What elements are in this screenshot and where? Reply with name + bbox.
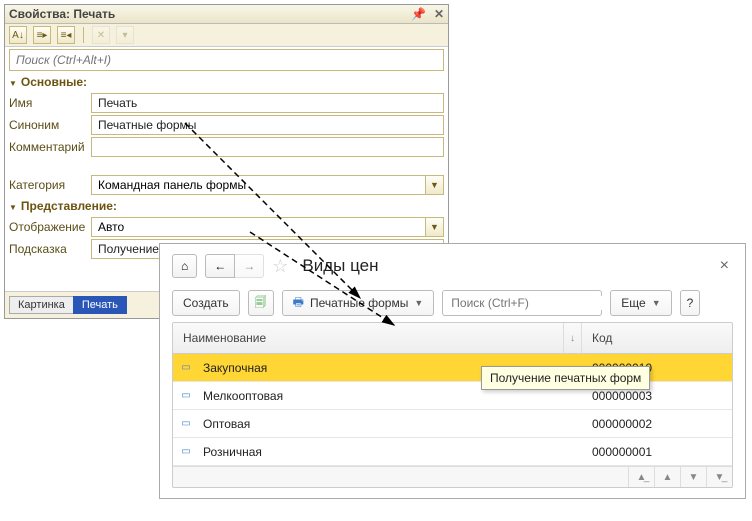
form-title: Виды цен xyxy=(296,256,378,276)
label-comment: Комментарий xyxy=(9,140,87,154)
properties-toolbar: A↓ ≡▸ ≡◂ ✕ ▾ xyxy=(5,24,448,47)
help-button[interactable]: ? xyxy=(680,290,701,316)
field-name[interactable] xyxy=(91,93,444,113)
back-button[interactable]: ← xyxy=(205,254,235,278)
scroll-up-icon[interactable]: ▲ xyxy=(654,467,680,487)
pin-icon[interactable]: 📌 xyxy=(411,7,426,21)
print-forms-label: Печатные формы xyxy=(310,296,408,310)
home-icon: ⌂ xyxy=(181,259,188,273)
row-code: 000000001 xyxy=(582,440,732,464)
price-types-table: Наименование ↓ Код ▭Закупочная000000010▭… xyxy=(172,322,733,488)
more-menu-label: Еще xyxy=(621,296,645,310)
arrow-left-icon: ← xyxy=(214,259,226,273)
chevron-down-icon[interactable]: ▼ xyxy=(425,176,443,194)
home-button[interactable]: ⌂ xyxy=(172,254,197,278)
star-icon[interactable]: ☆ xyxy=(272,256,288,277)
chevron-down-icon[interactable]: ▼ xyxy=(425,218,443,236)
printer-icon: 🖶 xyxy=(293,293,304,314)
field-category[interactable]: Командная панель формы ▼ xyxy=(91,175,444,195)
form-search-input[interactable] xyxy=(443,296,614,310)
collapse-button[interactable]: ≡◂ xyxy=(57,26,75,44)
scroll-bottom-icon[interactable]: ▼̲ xyxy=(706,467,732,487)
field-display-value: Авто xyxy=(92,218,425,236)
expand-button[interactable]: ≡▸ xyxy=(33,26,51,44)
row-name: Розничная xyxy=(199,440,582,464)
copy-icon: 🗐 xyxy=(255,293,267,314)
create-button-label: Создать xyxy=(183,296,229,310)
table-row[interactable]: ▭Оптовая000000002 xyxy=(173,410,732,438)
field-comment[interactable] xyxy=(91,137,444,157)
close-icon[interactable]: ✕ xyxy=(434,7,444,21)
row-code: 000000002 xyxy=(582,412,732,436)
form-nav: ⌂ ← → ☆ Виды цен × xyxy=(160,244,745,284)
copy-button[interactable]: 🗐 xyxy=(248,290,274,316)
footer-tab-image[interactable]: Картинка xyxy=(9,296,74,314)
row-name: Оптовая xyxy=(199,412,582,436)
print-forms-tooltip: Получение печатных форм xyxy=(481,366,650,390)
label-name: Имя xyxy=(9,96,87,110)
scroll-down-icon[interactable]: ▼ xyxy=(680,467,706,487)
row-marker-icon: ▭ xyxy=(173,390,199,401)
toolbar-divider xyxy=(83,27,84,43)
section-presentation[interactable]: Представление: xyxy=(9,197,444,215)
row-marker-icon: ▭ xyxy=(173,446,199,457)
section-basic[interactable]: Основные: xyxy=(9,73,444,91)
question-icon: ? xyxy=(687,296,694,310)
label-display: Отображение xyxy=(9,220,87,234)
field-synonym[interactable] xyxy=(91,115,444,135)
dropdown-button: ▾ xyxy=(116,26,134,44)
table-scroll-buttons: ▲̲ ▲ ▼ ▼̲ xyxy=(173,466,732,487)
chevron-down-icon: ▼ xyxy=(414,298,423,308)
label-synonym: Синоним xyxy=(9,118,87,132)
chevron-down-icon: ▼ xyxy=(652,298,661,308)
properties-title-text: Свойства: Печать xyxy=(9,7,115,21)
column-name[interactable]: Наименование xyxy=(173,323,564,353)
footer-tab-print[interactable]: Печать xyxy=(73,296,127,314)
delete-button: ✕ xyxy=(92,26,110,44)
table-header: Наименование ↓ Код xyxy=(173,323,732,354)
scroll-top-icon[interactable]: ▲̲ xyxy=(628,467,654,487)
field-display[interactable]: Авто ▼ xyxy=(91,217,444,237)
form-toolbar: Создать 🗐 🖶 Печатные формы ▼ × Еще ▼ ? П… xyxy=(160,284,745,322)
properties-search-input[interactable] xyxy=(9,49,444,71)
row-marker-icon: ▭ xyxy=(173,418,199,429)
label-category: Категория xyxy=(9,178,87,192)
table-row[interactable]: ▭Розничная000000001 xyxy=(173,438,732,466)
arrow-right-icon: → xyxy=(243,259,255,273)
properties-titlebar: Свойства: Печать 📌 ✕ xyxy=(5,5,448,24)
more-menu-button[interactable]: Еще ▼ xyxy=(610,290,671,316)
form-close-icon[interactable]: × xyxy=(716,257,733,275)
sort-categorized-button[interactable]: A↓ xyxy=(9,26,27,44)
forward-button[interactable]: → xyxy=(234,254,264,278)
column-code[interactable]: Код xyxy=(582,323,732,353)
row-marker-icon: ▭ xyxy=(173,362,199,373)
print-forms-button[interactable]: 🖶 Печатные формы ▼ xyxy=(282,290,435,316)
form-search[interactable]: × xyxy=(442,290,602,316)
label-hint: Подсказка xyxy=(9,242,87,256)
sort-indicator-icon[interactable]: ↓ xyxy=(564,323,582,353)
create-button[interactable]: Создать xyxy=(172,290,240,316)
price-types-window: ⌂ ← → ☆ Виды цен × Создать 🗐 🖶 Печатные … xyxy=(159,243,746,499)
field-category-value: Командная панель формы xyxy=(92,176,425,194)
